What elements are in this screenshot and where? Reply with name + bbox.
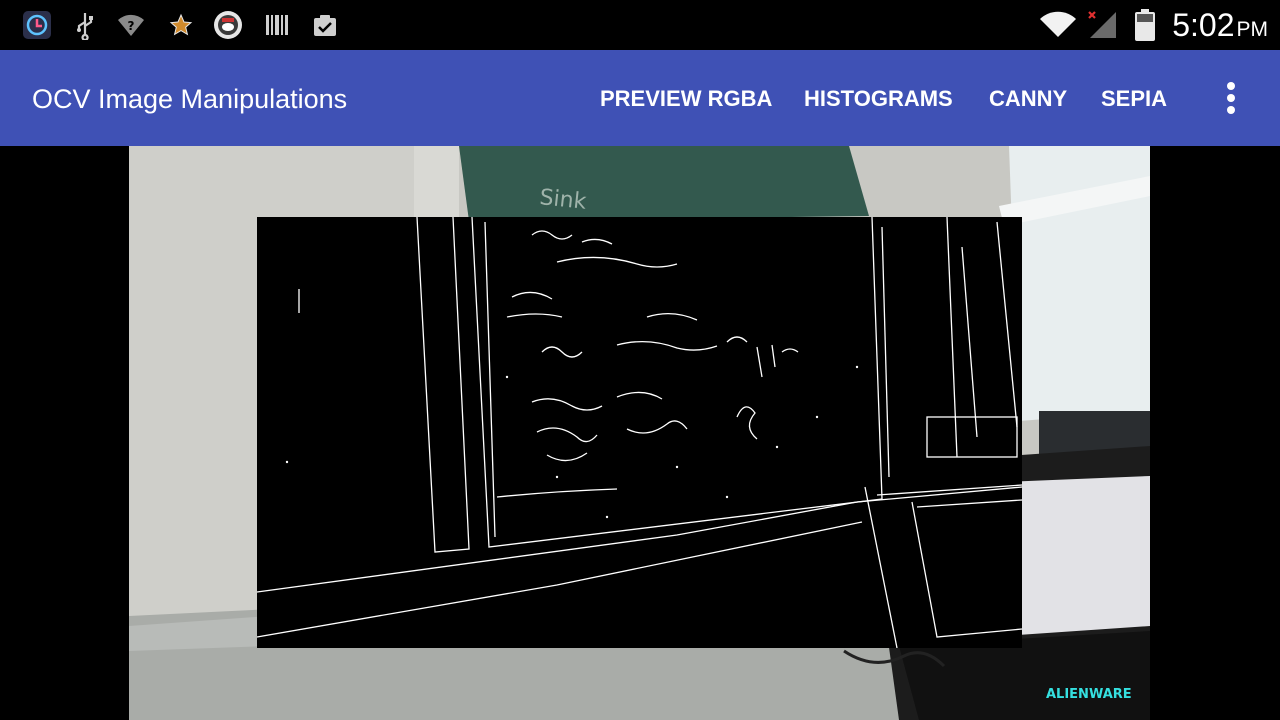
app-notification-icon — [22, 10, 52, 40]
app-badge-icon — [213, 10, 243, 40]
laptop-brand-label: ALIENWARE — [1046, 687, 1132, 702]
signal-no-service-icon — [1086, 10, 1120, 40]
canny-edges — [257, 217, 1022, 648]
canny-edge-overlay — [257, 217, 1022, 648]
camera-preview[interactable]: Sink ALIENWARE — [129, 146, 1150, 720]
clipboard-check-icon — [310, 10, 340, 40]
app-title: OCV Image Manipulations — [32, 84, 348, 114]
barcode-icon — [262, 10, 292, 40]
battery-icon — [1133, 9, 1157, 41]
action-bar: OCV Image Manipulations PREVIEW RGBA HIS… — [0, 50, 1280, 146]
canny-button[interactable]: CANNY — [989, 85, 1067, 113]
status-bar: ? 5:02PM — [0, 0, 1280, 50]
sepia-button[interactable]: SEPIA — [1101, 85, 1167, 113]
more-vert-icon[interactable] — [1218, 78, 1246, 118]
star-icon — [166, 10, 196, 40]
wifi-question-icon: ? — [116, 10, 146, 40]
preview-rgba-button[interactable]: PREVIEW RGBA — [600, 85, 772, 113]
usb-icon — [70, 10, 100, 40]
board-text: Sink — [538, 185, 587, 215]
clock-ampm: PM — [1236, 18, 1269, 41]
clock-time: 5:02 — [1172, 7, 1235, 43]
clock: 5:02PM — [1172, 6, 1268, 49]
svg-text:?: ? — [128, 19, 135, 33]
wifi-icon — [1038, 10, 1078, 40]
histograms-button[interactable]: HISTOGRAMS — [804, 85, 953, 113]
